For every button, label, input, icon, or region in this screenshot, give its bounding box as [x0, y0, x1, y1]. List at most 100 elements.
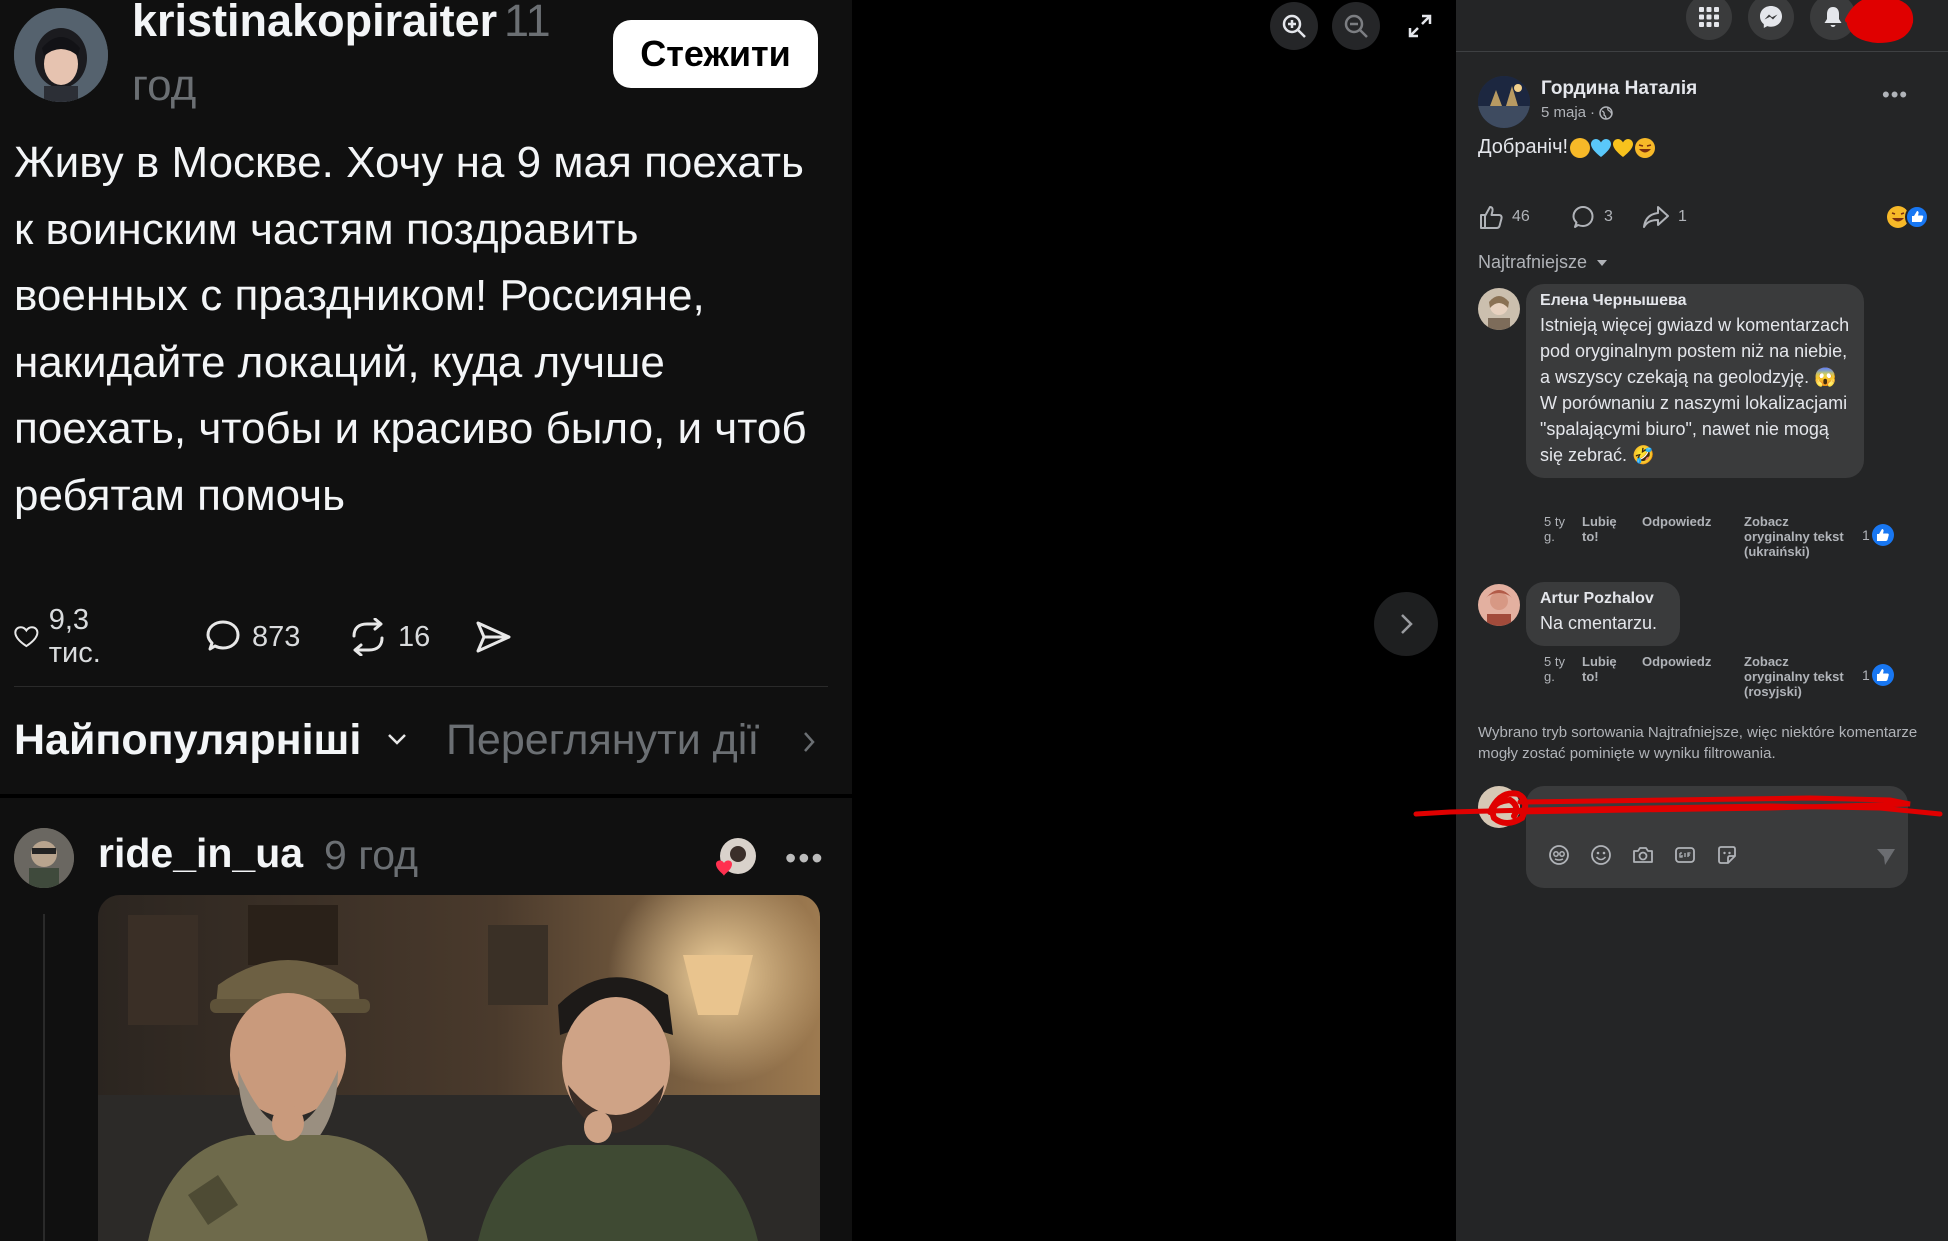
redacted-profile-scribble [1845, 0, 1914, 44]
threads-author-avatar [14, 8, 108, 102]
comment-composer [1526, 786, 1908, 888]
comment-time[interactable]: 5 ty g. [1544, 654, 1566, 684]
comment-icon [1572, 206, 1594, 228]
threads-sort-dropdown[interactable]: Найпопулярніші [14, 716, 361, 765]
threads-like-count: 9,3 тис. [48, 604, 101, 669]
laughing-emoji [1635, 137, 1656, 158]
comment-reply-button[interactable]: Odpowiedz [1642, 514, 1711, 529]
comment-bubble-icon [206, 620, 240, 651]
comment-text: Istnieją więcej gwiazd w komentarzach po… [1540, 315, 1850, 465]
post-author-avatar[interactable] [1478, 76, 1530, 128]
comment-actions: 5 ty g. Lubię to! Odpowiedz Zobacz orygi… [1544, 654, 1924, 714]
threads-divider [14, 686, 828, 687]
expand-icon [1408, 14, 1432, 38]
globe-icon [1599, 105, 1613, 120]
threads-author-username[interactable]: kristinakopiraiter [132, 0, 497, 48]
reactor-avatar [710, 834, 758, 882]
post-text: Добраніч! [1478, 136, 1656, 159]
next-photo-button[interactable] [1374, 592, 1438, 656]
comment-reaction-count[interactable]: 1 [1862, 664, 1894, 686]
zoom-in-button[interactable] [1270, 2, 1318, 50]
post-author-name[interactable]: Гордина Наталія [1541, 78, 1697, 100]
threads-post-image: kristinakopiraiter 11 год Стежити Живу в… [0, 0, 852, 1241]
comment-time[interactable]: 5 ty g. [1544, 514, 1566, 544]
like-button[interactable]: 46 [1478, 200, 1530, 234]
send-icon [476, 621, 511, 653]
comment-input[interactable] [1540, 794, 1880, 824]
like-reaction-icon [1871, 664, 1894, 686]
sort-filter-note: Wybrano tryb sortowania Najtrafniejsze, … [1478, 724, 1918, 762]
comment-bubble: Artur Pozhalov Na cmentarzu. [1526, 582, 1680, 646]
reaction-summary-icons[interactable] [1884, 204, 1934, 230]
gif-button[interactable] [1672, 842, 1698, 868]
comment-bubble: Елена Чернышева Istnieją więcej gwiazd w… [1526, 284, 1864, 478]
comment-like-button[interactable]: Lubię to! [1582, 514, 1632, 544]
comment-sort-label: Najtrafniejsze [1478, 252, 1588, 272]
threads-comment-count: 873 [252, 620, 301, 653]
messenger-icon [1760, 6, 1782, 28]
threads-view-activity-link[interactable]: Переглянути дії [446, 716, 759, 765]
see-original-text-link[interactable]: Zobacz oryginalny tekst (ukraiński) [1744, 514, 1844, 559]
threads-reply-username[interactable]: ride_in_ua [98, 830, 303, 877]
threads-post-time: 11 [504, 0, 551, 46]
comment-author-avatar[interactable] [1478, 288, 1520, 330]
threads-post-time-unit: год [132, 61, 197, 110]
threads-like-button[interactable]: 9,3 тис. [14, 604, 114, 669]
top-nav-bar [1456, 0, 1948, 52]
photo-button[interactable] [1630, 842, 1656, 868]
see-original-text-link[interactable]: Zobacz oryginalny tekst (rosyjski) [1744, 654, 1844, 699]
emoji-button[interactable] [1588, 842, 1614, 868]
fullscreen-button[interactable] [1396, 2, 1444, 50]
share-button[interactable]: 1 [1642, 200, 1687, 234]
comment-sort-dropdown[interactable]: Najtrafniejsze [1478, 252, 1609, 273]
threads-section-separator [0, 794, 852, 798]
comment-text: Na cmentarzu. [1540, 613, 1658, 633]
caret-down-icon [1597, 259, 1608, 266]
threads-comment-button[interactable]: 873 [204, 612, 300, 662]
messenger-button[interactable] [1748, 0, 1794, 40]
emoji-icon [1591, 845, 1611, 865]
share-arrow-icon [1643, 206, 1669, 228]
comment-reaction-count[interactable]: 1 [1862, 524, 1894, 546]
thread-line [43, 914, 45, 1241]
meta-separator: · [1590, 104, 1596, 121]
comments-panel: Гордина Наталія 5 maja · ••• Добраніч! 4… [1456, 0, 1948, 1241]
threads-post-text: Живу в Москве. Хочу на 9 мая поехать к в… [14, 138, 807, 520]
gif-icon [1675, 847, 1695, 863]
comment-reply-button[interactable]: Odpowiedz [1642, 654, 1711, 669]
chevron-down-icon [388, 734, 406, 745]
comment-author-name[interactable]: Елена Чернышева [1540, 292, 1850, 310]
menu-button[interactable] [1686, 0, 1732, 40]
threads-share-button[interactable] [474, 612, 522, 662]
zoom-out-icon [1344, 14, 1368, 38]
threads-repost-count: 16 [398, 620, 431, 653]
threads-reply-photo[interactable] [98, 895, 820, 1241]
heart-icon [14, 626, 39, 648]
share-count: 1 [1678, 208, 1687, 225]
avatar-sticker-icon [1549, 845, 1569, 865]
comment-author-name[interactable]: Artur Pozhalov [1540, 590, 1666, 608]
comment-author-avatar[interactable] [1478, 584, 1520, 626]
zoom-in-icon [1282, 14, 1306, 38]
post-meta: 5 maja · [1541, 104, 1613, 121]
comment-count: 3 [1604, 208, 1613, 225]
sticker-icon [1718, 846, 1736, 864]
comment-button[interactable]: 3 [1570, 200, 1613, 234]
photo-viewer: kristinakopiraiter 11 год Стежити Живу в… [0, 0, 1456, 1241]
post-date[interactable]: 5 maja [1541, 104, 1586, 121]
flexed-biceps-emoji [1570, 137, 1591, 158]
comment-like-button[interactable]: Lubię to! [1582, 654, 1632, 684]
post-more-options-icon[interactable]: ••• [1882, 82, 1908, 108]
yellow-heart-emoji [1613, 138, 1634, 157]
repost-icon [352, 618, 384, 656]
chevron-right-icon [1401, 614, 1413, 634]
send-comment-button[interactable] [1872, 842, 1900, 870]
avatar-sticker-button[interactable] [1546, 842, 1572, 868]
zoom-out-button[interactable] [1332, 2, 1380, 50]
blue-heart-emoji [1591, 138, 1612, 157]
threads-repost-button[interactable]: 16 [348, 612, 430, 662]
sticker-button[interactable] [1714, 842, 1740, 868]
follow-button[interactable]: Стежити [613, 20, 818, 88]
threads-reply-avatar [14, 828, 74, 888]
more-options-icon[interactable]: ••• [785, 840, 825, 877]
